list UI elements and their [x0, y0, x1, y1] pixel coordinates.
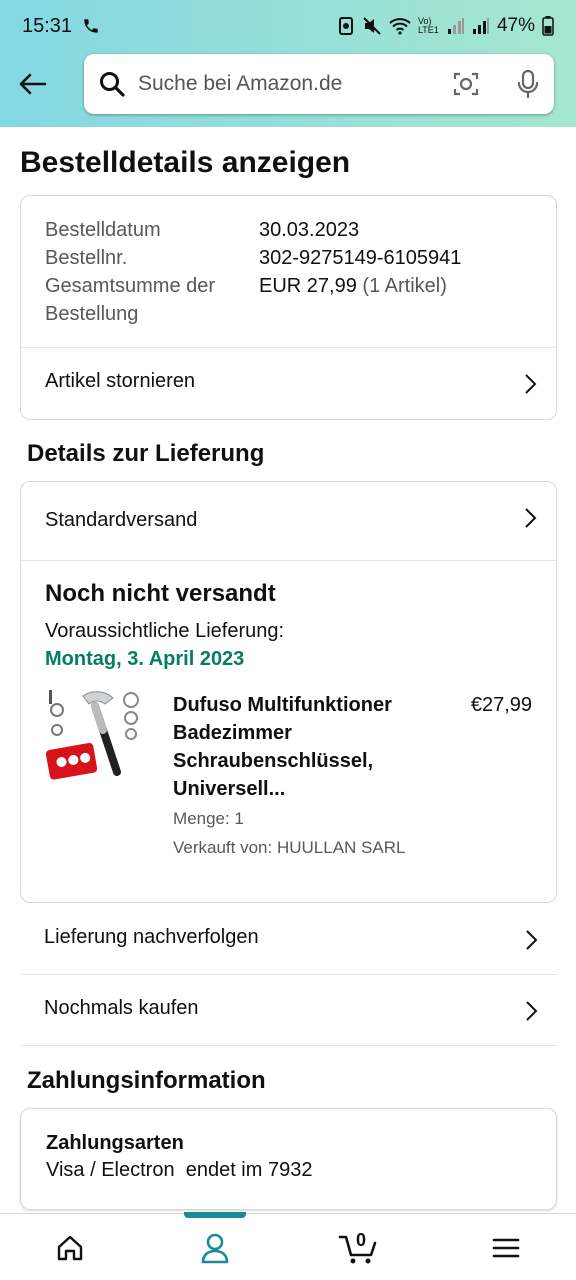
payment-section-title: Zahlungsinformation	[27, 1067, 266, 1094]
nav-account[interactable]	[175, 1214, 255, 1280]
product-title[interactable]: Dufuso Multifunktioner Badezimmer Schrau…	[173, 691, 413, 803]
cancel-items-row[interactable]: Artikel stornieren	[21, 348, 556, 420]
order-date-value: 30.03.2023	[259, 219, 360, 241]
order-total-amount: EUR 27,99	[259, 275, 357, 297]
cancel-items-label: Artikel stornieren	[45, 370, 196, 392]
shipping-method-label: Standardversand	[45, 509, 198, 531]
payment-method-value: Visa / Electron endet im 7932	[46, 1159, 313, 1181]
bottom-navigation: 0	[0, 1212, 576, 1280]
chevron-right-icon	[525, 508, 537, 528]
product-title-line: Dufuso Multifunktioner	[173, 694, 392, 716]
mute-icon	[362, 16, 382, 36]
search-input[interactable]: Suche bei Amazon.de	[138, 72, 452, 96]
order-item-count: (1 Artikel)	[362, 275, 447, 297]
nav-home[interactable]	[30, 1214, 110, 1280]
chevron-right-icon	[526, 930, 538, 950]
menu-icon	[492, 1238, 520, 1257]
product-title-line: Schraubenschlüssel,	[173, 750, 374, 772]
payment-methods-title: Zahlungsarten	[46, 1132, 184, 1154]
status-time: 15:31	[22, 14, 73, 37]
expected-delivery-date: Montag, 3. April 2023	[45, 648, 245, 670]
order-number-value: 302-9275149-6105941	[259, 247, 462, 269]
product-image[interactable]	[43, 688, 143, 792]
shipment-status: Noch nicht versandt	[45, 580, 276, 607]
nav-menu[interactable]	[466, 1214, 546, 1280]
payment-card: Zahlungsarten Visa / Electron endet im 7…	[20, 1108, 557, 1210]
home-icon	[57, 1235, 83, 1260]
microphone-icon[interactable]	[516, 69, 540, 99]
buy-again-row[interactable]: Nochmals kaufen	[20, 975, 557, 1046]
phone-icon	[82, 17, 100, 35]
page-title: Bestelldetails anzeigen	[20, 146, 351, 179]
search-bar[interactable]: Suche bei Amazon.de	[84, 54, 554, 114]
product-quantity: Menge: 1	[173, 809, 244, 828]
search-icon	[98, 70, 126, 98]
signal-icon-2	[472, 17, 490, 35]
product-title-line: Badezimmer	[173, 722, 292, 744]
wifi-icon	[389, 17, 411, 35]
order-total-value: EUR 27,99 (1 Artikel)	[259, 272, 447, 300]
back-button[interactable]	[14, 66, 50, 102]
signal-icon-1	[447, 17, 465, 35]
chevron-right-icon	[525, 374, 537, 394]
person-icon	[201, 1233, 229, 1263]
nav-cart[interactable]: 0	[318, 1214, 398, 1280]
track-delivery-label: Lieferung nachverfolgen	[44, 926, 259, 948]
header-bar: 15:31 Vo) LTE1 47% Suche bei Amazon.de	[0, 0, 576, 127]
shipping-method-row[interactable]: Standardversand	[21, 482, 556, 560]
cart-count: 0	[356, 1230, 367, 1250]
status-bar: 15:31 Vo) LTE1 47%	[0, 0, 576, 52]
buy-again-label: Nochmals kaufen	[44, 997, 199, 1019]
product-price: €27,99	[470, 694, 532, 716]
lte-label: Vo) LTE1	[417, 16, 439, 35]
product-title-line: Universell...	[173, 778, 286, 800]
track-delivery-row[interactable]: Lieferung nachverfolgen	[20, 904, 557, 975]
arrow-left-icon	[19, 73, 47, 95]
order-total-label-line2: Bestellung	[45, 303, 139, 325]
battery-icon	[542, 16, 554, 36]
nfc-icon	[337, 16, 355, 36]
product-seller: Verkauft von: HUULLAN SARL	[173, 838, 406, 857]
camera-scan-icon[interactable]	[452, 70, 480, 98]
order-number-label: Bestellnr.	[45, 247, 128, 269]
chevron-right-icon	[526, 1001, 538, 1021]
divider	[21, 560, 556, 561]
order-summary-card: Bestelldatum 30.03.2023 Bestellnr. 302-9…	[20, 195, 557, 420]
expected-delivery-label: Voraussichtliche Lieferung:	[45, 620, 285, 642]
order-date-label: Bestelldatum	[45, 219, 161, 241]
order-total-label: Gesamtsumme der	[45, 275, 216, 297]
delivery-section-title: Details zur Lieferung	[27, 440, 265, 467]
delivery-card: Standardversand Noch nicht versandt Vora…	[20, 481, 557, 903]
battery-percent: 47%	[496, 15, 535, 36]
